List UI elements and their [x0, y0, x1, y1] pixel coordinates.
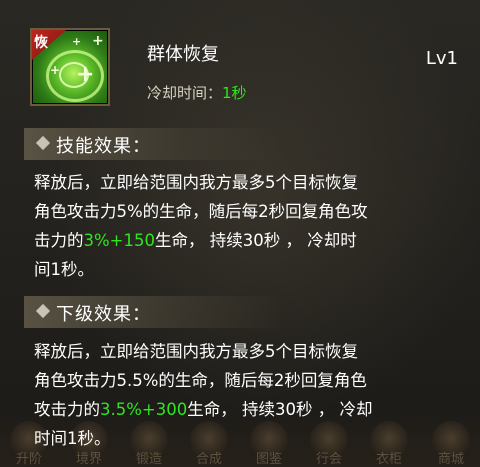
effect-line: 释放后，立即给范围内我方最多5个目标恢复 [34, 342, 358, 361]
skill-type-badge-text: 恢 [34, 35, 48, 51]
plus-icon: + [76, 62, 95, 87]
skill-level: Lv1 [425, 48, 458, 69]
diamond-bullet-icon [35, 303, 51, 319]
section-title: 技能效果： [56, 136, 151, 157]
effect-line: 角色攻击力5.5%的生命，随后每2秒回复角色 [34, 371, 367, 390]
section-title: 下级效果： [56, 304, 151, 325]
effect-line: 释放后，立即给范围内我方最多5个目标恢复 [34, 173, 358, 192]
effect-line: 角色攻击力5%的生命，随后每2秒回复角色攻 [34, 202, 368, 221]
effect-line: 间1秒。 [34, 260, 94, 279]
heal-aura-icon: + + + + 恢 [30, 28, 110, 106]
skill-name: 群体恢复 [147, 44, 219, 65]
effect-line: 攻击力的3.5%+300生命， 持续30秒 ， 冷却 [34, 400, 373, 419]
effect-line: 击力的3%+150生命， 持续30秒 ， 冷却时 [34, 231, 357, 250]
next-level-effect-text: 释放后，立即给范围内我方最多5个目标恢复 角色攻击力5.5%的生命，随后每2秒回… [34, 337, 464, 453]
cooldown-row: 冷却时间：1秒 [147, 82, 247, 103]
plus-icon: + [50, 63, 61, 77]
cooldown-value: 1秒 [222, 84, 247, 102]
heal-value-highlight: 3.5%+300 [100, 400, 188, 419]
cooldown-label: 冷却时间： [147, 84, 223, 102]
effect-line: 时间1秒。 [34, 429, 111, 448]
plus-icon: + [92, 33, 104, 49]
skill-effect-header: 技能效果： [24, 128, 284, 160]
skill-effect-text: 释放后，立即给范围内我方最多5个目标恢复 角色攻击力5%的生命，随后每2秒回复角… [34, 168, 464, 284]
diamond-bullet-icon [35, 135, 51, 151]
heal-value-highlight: 3%+150 [83, 231, 156, 250]
next-level-effect-header: 下级效果： [24, 296, 284, 328]
plus-icon: + [72, 35, 82, 48]
skill-tooltip-panel: 升阶 境界 锻造 合成 图鉴 行会 衣柜 商城 + + + + 恢 群体恢复 L… [0, 0, 480, 467]
